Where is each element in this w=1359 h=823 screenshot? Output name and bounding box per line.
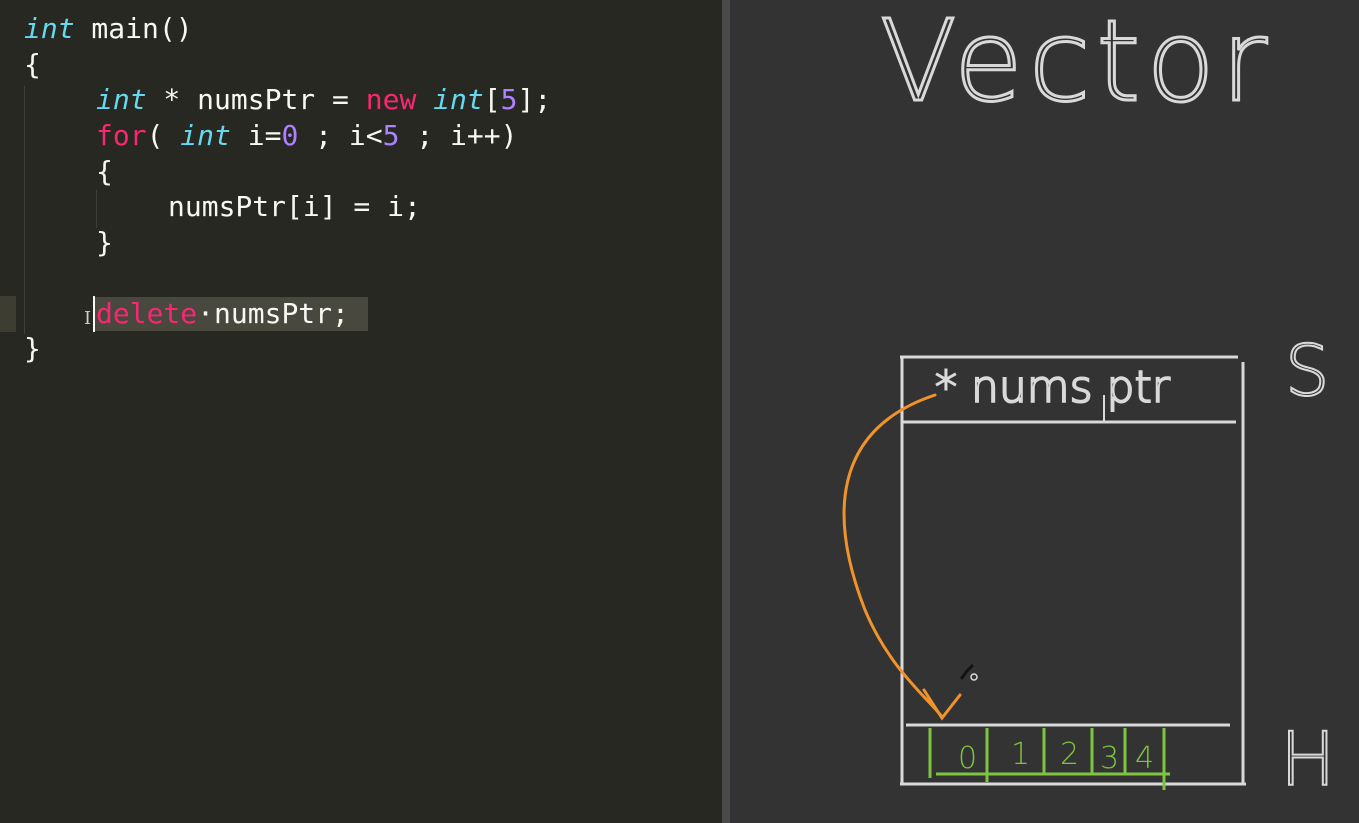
code-token: delete — [96, 297, 198, 330]
drawing-board[interactable]: Vector * nums ptr 0 1 2 3 4 S H — [730, 0, 1359, 823]
pointer-arrow — [842, 393, 944, 719]
pen-cursor-icon — [960, 664, 978, 681]
code-token: 5 — [500, 83, 518, 116]
code-token: ]; — [517, 83, 552, 116]
current-line-highlight — [0, 296, 16, 332]
code-token: int — [433, 83, 484, 116]
code-line: int main() — [24, 11, 193, 47]
code-token: ; i++) — [399, 119, 518, 152]
code-token: 0 — [281, 119, 299, 152]
indent-guide — [24, 86, 25, 334]
array-cell-2: 2 — [1060, 737, 1079, 772]
code-token: } — [24, 332, 41, 365]
board-title: Vector — [880, 0, 1273, 127]
array-cell-4: 4 — [1135, 741, 1154, 776]
code-line: } — [96, 225, 113, 261]
array-cell-0: 0 — [958, 741, 977, 776]
heap-array: 0 1 2 3 4 — [928, 728, 1170, 790]
code-token: int — [96, 83, 147, 116]
code-token: · — [197, 297, 215, 330]
code-line: int * numsPtr = new int[5]; — [96, 82, 551, 118]
code-line: for( int i=0 ; i<5 ; i++) — [96, 118, 517, 154]
code-token: [ — [483, 83, 501, 116]
code-line: numsPtr[i] = i; — [168, 189, 421, 225]
pane-divider[interactable] — [722, 0, 730, 823]
code-token: * numsPtr = — [146, 83, 366, 116]
heap-label: H — [1280, 717, 1336, 803]
code-token: } — [96, 226, 113, 259]
stack-label: S — [1285, 330, 1329, 412]
code-line: delete·numsPtr; — [96, 296, 349, 332]
code-token: ( — [146, 119, 181, 152]
code-token: numsPtr; — [214, 297, 349, 330]
array-cell-1: 1 — [1011, 737, 1030, 772]
ibeam-cursor-icon: I — [84, 308, 92, 329]
whiteboard-drawing: Vector * nums ptr 0 1 2 3 4 S H — [842, 0, 1337, 804]
code-token: numsPtr[i] = i; — [168, 190, 421, 223]
code-token: new — [365, 83, 417, 116]
stack-variable-label: * nums ptr — [935, 362, 1171, 413]
code-editor[interactable]: int main() { int * numsPtr = new int[5];… — [0, 0, 722, 823]
code-token: i= — [230, 119, 282, 152]
code-line: { — [96, 154, 113, 190]
code-token: ; i< — [298, 119, 383, 152]
code-token: { — [24, 48, 41, 81]
memory-diagram: * nums ptr 0 1 2 3 4 — [842, 355, 1246, 790]
code-token: int — [24, 12, 75, 45]
code-token: int — [180, 119, 231, 152]
text-caret — [93, 296, 95, 332]
code-token: for — [96, 119, 147, 152]
indent-guide — [96, 190, 97, 228]
code-token: 5 — [382, 119, 400, 152]
code-line: } — [24, 331, 41, 367]
code-token: main() — [74, 12, 193, 45]
array-cell-3: 3 — [1100, 741, 1119, 776]
code-token: { — [96, 155, 113, 188]
code-line: { — [24, 47, 41, 83]
